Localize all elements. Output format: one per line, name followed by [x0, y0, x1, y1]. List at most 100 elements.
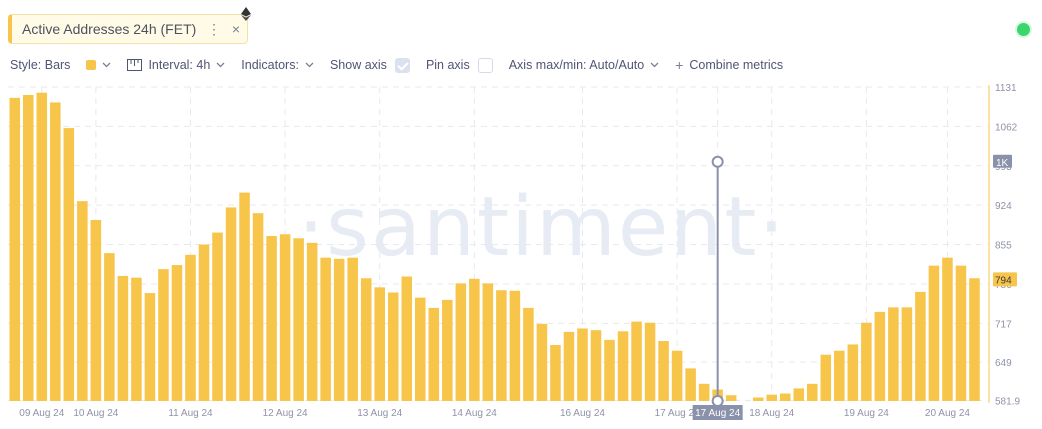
bar[interactable] [415, 297, 426, 401]
bar[interactable] [469, 278, 480, 401]
bar[interactable] [509, 290, 521, 401]
bar[interactable] [617, 331, 629, 401]
x-tick-label: 13 Aug 24 [357, 408, 402, 419]
bar[interactable] [496, 290, 507, 401]
bar[interactable] [658, 341, 669, 401]
bar[interactable] [536, 323, 548, 401]
bar[interactable] [901, 307, 913, 401]
bar[interactable] [306, 242, 318, 401]
bar[interactable] [455, 283, 467, 401]
bar[interactable] [50, 102, 61, 401]
bar[interactable] [374, 287, 385, 401]
bar[interactable] [293, 238, 304, 401]
bar[interactable] [604, 339, 615, 401]
bar[interactable] [482, 283, 494, 401]
bar[interactable] [117, 275, 129, 401]
bar[interactable] [671, 350, 683, 401]
axis-range-dropdown[interactable]: Axis max/min: Auto/Auto [509, 58, 659, 72]
pin-axis-checkbox[interactable] [477, 57, 493, 73]
style-label: Style: Bars [10, 58, 71, 72]
bar[interactable] [793, 388, 805, 401]
bar[interactable] [942, 257, 953, 401]
x-tick-label: 14 Aug 24 [452, 408, 497, 419]
bar[interactable] [360, 278, 372, 401]
bar[interactable] [104, 253, 115, 401]
bar[interactable] [225, 207, 237, 401]
bar[interactable] [928, 265, 940, 401]
bar[interactable] [279, 234, 291, 401]
bar[interactable] [888, 307, 899, 401]
bar[interactable] [861, 322, 872, 401]
bar[interactable] [428, 307, 440, 401]
bar[interactable] [577, 328, 588, 401]
bar[interactable] [834, 350, 845, 401]
bar[interactable] [807, 383, 818, 401]
crosshair-marker-top [711, 155, 724, 168]
chevron-down-icon [305, 62, 314, 68]
chevron-down-icon [102, 62, 111, 68]
bar[interactable] [752, 397, 764, 401]
bar[interactable] [563, 331, 575, 401]
indicators-dropdown[interactable]: Indicators: [241, 58, 314, 72]
metric-title: Active Addresses 24h (FET) [22, 21, 197, 37]
bar[interactable] [185, 254, 196, 401]
bar[interactable] [23, 94, 34, 401]
metric-close-button[interactable]: × [225, 21, 247, 37]
bar[interactable] [239, 192, 250, 401]
bar[interactable] [9, 97, 21, 401]
bar[interactable] [725, 395, 737, 401]
bar[interactable] [63, 128, 75, 402]
bar[interactable] [90, 219, 102, 401]
bar[interactable] [766, 394, 777, 401]
bar[interactable] [644, 322, 656, 401]
bar[interactable] [820, 354, 832, 401]
y-tick-label: 855 [995, 241, 1012, 252]
bar[interactable] [158, 269, 169, 401]
pin-axis-toggle[interactable]: Pin axis [426, 57, 493, 73]
bar[interactable] [266, 235, 277, 401]
bar[interactable] [523, 307, 534, 401]
bar[interactable] [36, 92, 48, 401]
bar-chart[interactable]: 11311062993924855786717649581.91K79409 A… [0, 80, 1042, 429]
bar[interactable] [212, 232, 223, 401]
bar[interactable] [442, 299, 453, 401]
show-axis-checkbox[interactable] [394, 57, 410, 73]
bar[interactable] [77, 201, 88, 401]
bar[interactable] [347, 257, 358, 401]
bar[interactable] [550, 345, 561, 401]
metric-menu-button[interactable]: ⋮ [203, 21, 225, 38]
x-tick-label: 19 Aug 24 [844, 408, 889, 419]
bar[interactable] [131, 277, 142, 401]
x-tick-label: 09 Aug 24 [19, 408, 64, 419]
bar[interactable] [779, 393, 791, 401]
bar[interactable] [320, 257, 331, 401]
y-tick-label: 581.9 [995, 396, 1020, 407]
bar[interactable] [698, 383, 710, 401]
bar[interactable] [401, 276, 413, 401]
x-tick-label: 11 Aug 24 [168, 408, 213, 419]
bar[interactable] [685, 368, 696, 401]
bar[interactable] [171, 265, 183, 401]
metric-chip[interactable]: Active Addresses 24h (FET) ⋮ × [8, 14, 248, 44]
axis-range-label: Axis max/min: Auto/Auto [508, 58, 645, 72]
bar[interactable] [969, 278, 980, 401]
bar[interactable] [333, 258, 345, 401]
bar[interactable] [144, 293, 156, 401]
bar[interactable] [387, 292, 399, 401]
bar[interactable] [915, 291, 926, 401]
bar[interactable] [955, 265, 967, 401]
bar[interactable] [847, 344, 859, 401]
show-axis-toggle[interactable]: Show axis [330, 57, 410, 73]
bar[interactable] [874, 311, 886, 401]
interval-dropdown[interactable]: Interval: 4h [127, 58, 225, 72]
x-tick-label: 12 Aug 24 [263, 408, 308, 419]
style-dropdown[interactable]: Style: Bars [10, 58, 70, 72]
color-picker[interactable] [86, 60, 111, 70]
bar[interactable] [590, 330, 602, 401]
y-hover-label: 1K [996, 158, 1009, 169]
bar[interactable] [252, 213, 264, 401]
last-value-label: 794 [995, 275, 1012, 286]
combine-metrics-button[interactable]: + Combine metrics [675, 57, 783, 73]
bar[interactable] [631, 321, 642, 401]
bar[interactable] [198, 244, 210, 401]
